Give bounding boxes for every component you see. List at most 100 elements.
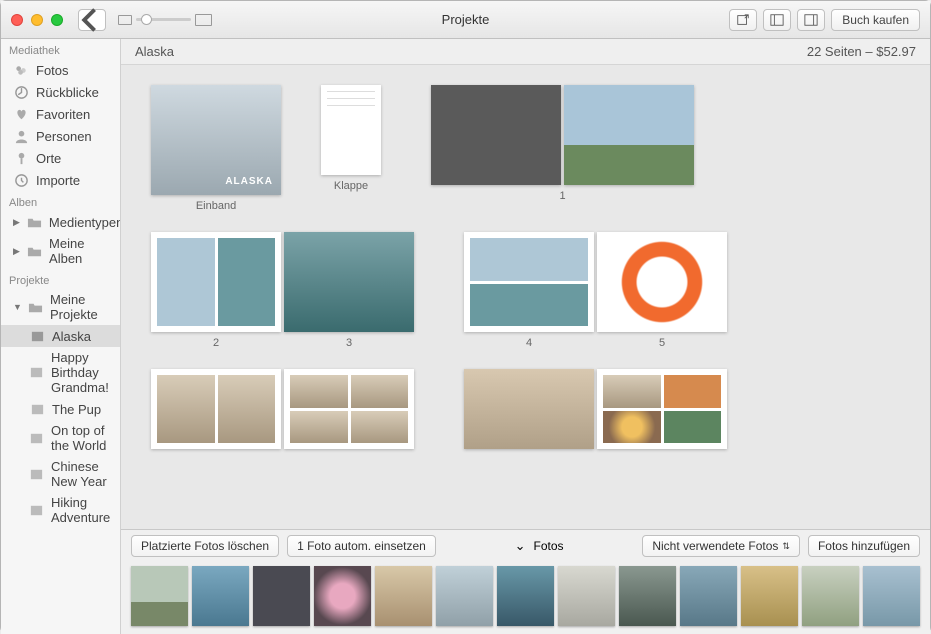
filter-dropdown[interactable]: Nicht verwendete Fotos ⇅: [642, 535, 800, 557]
updown-icon: ⇅: [782, 541, 790, 552]
spread-3[interactable]: 3: [284, 232, 414, 349]
sidebar-header-albums: Alben: [1, 191, 120, 211]
strip-thumb[interactable]: [497, 566, 554, 626]
sidebar: Mediathek Fotos Rückblicke Favoriten Per…: [1, 39, 121, 634]
layout-toggle-button[interactable]: [797, 9, 825, 31]
page-3[interactable]: [284, 232, 414, 332]
book-icon: [29, 430, 44, 446]
page-label: 5: [659, 337, 665, 349]
auto-place-button[interactable]: 1 Foto autom. einsetzen: [287, 535, 436, 557]
book-icon: [29, 466, 44, 482]
spread-9[interactable]: [597, 369, 727, 449]
sidebar-label: Hiking Adventure: [51, 495, 112, 525]
window-controls: [11, 14, 63, 26]
sidebar-item-myalbums[interactable]: ▶Meine Alben: [1, 233, 120, 269]
zoom-window-button[interactable]: [51, 14, 63, 26]
sidebar-item-pup[interactable]: The Pup: [1, 398, 120, 420]
page-5[interactable]: [597, 232, 727, 332]
strip-thumb[interactable]: [314, 566, 371, 626]
strip-thumb[interactable]: [619, 566, 676, 626]
page-9[interactable]: [597, 369, 727, 449]
pages-grid[interactable]: ALASKA Einband Klappe: [121, 65, 930, 529]
strip-thumb[interactable]: [436, 566, 493, 626]
sidebar-label: Fotos: [36, 63, 69, 78]
page-6[interactable]: [151, 369, 281, 449]
strip-thumb[interactable]: [863, 566, 920, 626]
page-label: Einband: [196, 200, 236, 212]
folder-icon: [28, 299, 43, 315]
spread-1[interactable]: 1: [431, 85, 694, 212]
sidebar-item-cny[interactable]: Chinese New Year: [1, 456, 120, 492]
sidebar-item-photos[interactable]: Fotos: [1, 59, 120, 81]
cover-page[interactable]: ALASKA: [151, 85, 281, 195]
buy-book-button[interactable]: Buch kaufen: [831, 9, 920, 31]
spread-2[interactable]: 2: [151, 232, 281, 349]
sidebar-item-memories[interactable]: Rückblicke: [1, 81, 120, 103]
sidebar-item-people[interactable]: Personen: [1, 125, 120, 147]
photo-strip[interactable]: [121, 562, 930, 634]
add-photos-button[interactable]: Fotos hinzufügen: [808, 535, 920, 557]
clock-icon: [13, 172, 29, 188]
strip-thumb[interactable]: [253, 566, 310, 626]
strip-thumb[interactable]: [192, 566, 249, 626]
strip-thumb[interactable]: [680, 566, 737, 626]
flap-spread[interactable]: Klappe: [321, 85, 381, 212]
bottom-bar: Platzierte Fotos löschen 1 Foto autom. e…: [121, 529, 930, 634]
sidebar-item-favorites[interactable]: Favoriten: [1, 103, 120, 125]
spread-5[interactable]: 5: [597, 232, 727, 349]
page-7[interactable]: [284, 369, 414, 449]
zoom-slider[interactable]: [118, 14, 212, 26]
sidebar-toggle-button[interactable]: [763, 9, 791, 31]
page-8[interactable]: [464, 369, 594, 449]
page-2[interactable]: [151, 232, 281, 332]
sidebar-label: Rückblicke: [36, 85, 99, 100]
delete-placed-button[interactable]: Platzierte Fotos löschen: [131, 535, 279, 557]
filter-label: Nicht verwendete Fotos: [652, 539, 778, 553]
back-button[interactable]: [78, 9, 106, 31]
spread-6[interactable]: [151, 369, 281, 449]
flap-page[interactable]: [321, 85, 381, 175]
close-window-button[interactable]: [11, 14, 23, 26]
strip-thumb[interactable]: [375, 566, 432, 626]
chevron-down-icon[interactable]: ⌄: [515, 538, 526, 554]
page-label: Klappe: [334, 180, 368, 192]
zoom-small-icon: [118, 15, 132, 25]
spread-7[interactable]: [284, 369, 414, 449]
page-label: 3: [346, 337, 352, 349]
strip-thumb[interactable]: [558, 566, 615, 626]
strip-thumb[interactable]: [802, 566, 859, 626]
strip-thumb[interactable]: [131, 566, 188, 626]
page-left[interactable]: [431, 85, 561, 185]
window-title: Projekte: [442, 12, 490, 27]
heart-icon: [13, 106, 29, 122]
sidebar-item-alaska[interactable]: Alaska: [1, 325, 120, 347]
cover-spread[interactable]: ALASKA Einband: [151, 85, 281, 212]
sidebar-label: Alaska: [52, 329, 91, 344]
book-icon: [29, 328, 45, 344]
page-4[interactable]: [464, 232, 594, 332]
sidebar-item-birthday[interactable]: Happy Birthday Grandma!: [1, 347, 120, 398]
project-title: Alaska: [135, 44, 174, 59]
sidebar-item-world[interactable]: On top of the World: [1, 420, 120, 456]
page-label: 2: [213, 337, 219, 349]
sidebar-item-places[interactable]: Orte: [1, 147, 120, 169]
chevron-down-icon: ▼: [13, 302, 21, 312]
strip-thumb[interactable]: [741, 566, 798, 626]
page-1[interactable]: [564, 85, 694, 185]
chevron-right-icon: ▶: [13, 246, 20, 257]
subheader: Alaska 22 Seiten – $52.97: [121, 39, 930, 65]
sidebar-item-mediatypes[interactable]: ▶Medientypen: [1, 211, 120, 233]
sidebar-label: The Pup: [52, 402, 101, 417]
project-meta: 22 Seiten – $52.97: [807, 44, 916, 59]
folder-icon: [27, 243, 42, 259]
sidebar-item-hiking[interactable]: Hiking Adventure: [1, 492, 120, 528]
spread-8[interactable]: [464, 369, 594, 449]
spread-4[interactable]: 4: [464, 232, 594, 349]
minimize-window-button[interactable]: [31, 14, 43, 26]
add-to-button[interactable]: [729, 9, 757, 31]
sidebar-item-myprojects[interactable]: ▼Meine Projekte: [1, 289, 120, 325]
sidebar-header-projects: Projekte: [1, 269, 120, 289]
content-area: Alaska 22 Seiten – $52.97 ALASKA Einband: [121, 39, 930, 634]
sidebar-item-imports[interactable]: Importe: [1, 169, 120, 191]
memories-icon: [13, 84, 29, 100]
